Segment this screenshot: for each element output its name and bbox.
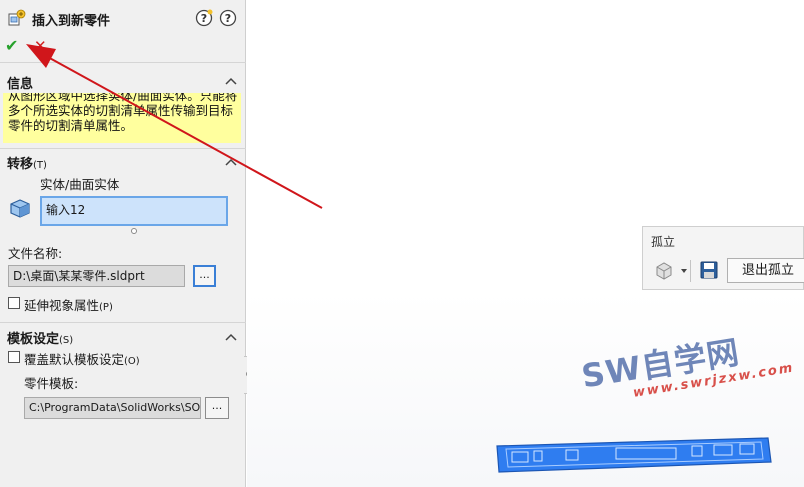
info-section-heading: 信息 bbox=[7, 77, 34, 92]
isolate-toolbar: 孤立 退出孤立 bbox=[642, 226, 804, 290]
exit-isolate-button[interactable]: 退出孤立 bbox=[727, 258, 804, 283]
property-manager-panel: 插入到新零件 ? ? ✔ ✕ 信息 从图形区域中选择实体/曲面实体。只能将多个所… bbox=[0, 0, 246, 487]
info-message-text: 从图形区域中选择实体/曲面实体。只能将多个所选实体的切割清单属性传输到目标零件的… bbox=[8, 93, 238, 133]
cancel-x-icon[interactable]: ✕ bbox=[34, 38, 48, 54]
panel-titlebar: 插入到新零件 ? ? bbox=[0, 0, 246, 36]
divider bbox=[0, 322, 246, 323]
isolate-toolbar-title: 孤立 bbox=[651, 235, 676, 249]
selection-item[interactable]: 输入12 bbox=[46, 201, 85, 218]
collapse-template-chevron-up-icon[interactable] bbox=[225, 332, 237, 342]
insert-part-icon bbox=[8, 9, 26, 26]
part-template-label: 零件模板: bbox=[24, 376, 79, 391]
browse-template-button[interactable]: ... bbox=[205, 397, 229, 419]
solid-bodies-label: 实体/曲面实体 bbox=[40, 177, 120, 192]
template-section-heading: 模板设定(S) bbox=[7, 332, 74, 347]
ok-checkmark-icon[interactable]: ✔ bbox=[5, 38, 21, 54]
display-style-dropdown-icon[interactable] bbox=[649, 258, 691, 284]
panel-title: 插入到新零件 bbox=[32, 14, 111, 29]
svg-text:?: ? bbox=[225, 12, 231, 25]
extend-visual-properties-label: 延伸视象属性(P) bbox=[24, 298, 113, 313]
transfer-section-heading: 转移(T) bbox=[7, 157, 47, 172]
info-message-box: 从图形区域中选择实体/曲面实体。只能将多个所选实体的切割清单属性传输到目标零件的… bbox=[3, 93, 241, 143]
save-icon[interactable] bbox=[700, 261, 718, 279]
extend-visual-properties-checkbox[interactable] bbox=[8, 297, 20, 309]
solid-body-icon bbox=[10, 199, 30, 218]
collapse-info-chevron-up-icon[interactable] bbox=[225, 76, 237, 86]
divider bbox=[0, 62, 246, 63]
selected-part-body[interactable] bbox=[496, 432, 772, 474]
svg-text:?: ? bbox=[201, 12, 207, 25]
detailed-help-icon[interactable]: ? bbox=[195, 9, 213, 27]
browse-file-button[interactable]: ... bbox=[193, 265, 216, 287]
override-template-label: 覆盖默认模板设定(O) bbox=[24, 352, 140, 367]
part-template-input[interactable]: C:\ProgramData\SolidWorks\SOLI bbox=[24, 397, 201, 419]
override-template-checkbox[interactable] bbox=[8, 351, 20, 363]
solid-bodies-selection-list[interactable]: 输入12 bbox=[40, 196, 228, 226]
collapse-transfer-chevron-up-icon[interactable] bbox=[225, 157, 237, 167]
help-icon[interactable]: ? bbox=[219, 9, 237, 27]
list-resize-handle[interactable] bbox=[131, 228, 137, 234]
file-name-input[interactable]: D:\桌面\某某零件.sldprt bbox=[8, 265, 185, 287]
divider bbox=[0, 148, 246, 149]
file-name-label: 文件名称: bbox=[8, 246, 63, 261]
